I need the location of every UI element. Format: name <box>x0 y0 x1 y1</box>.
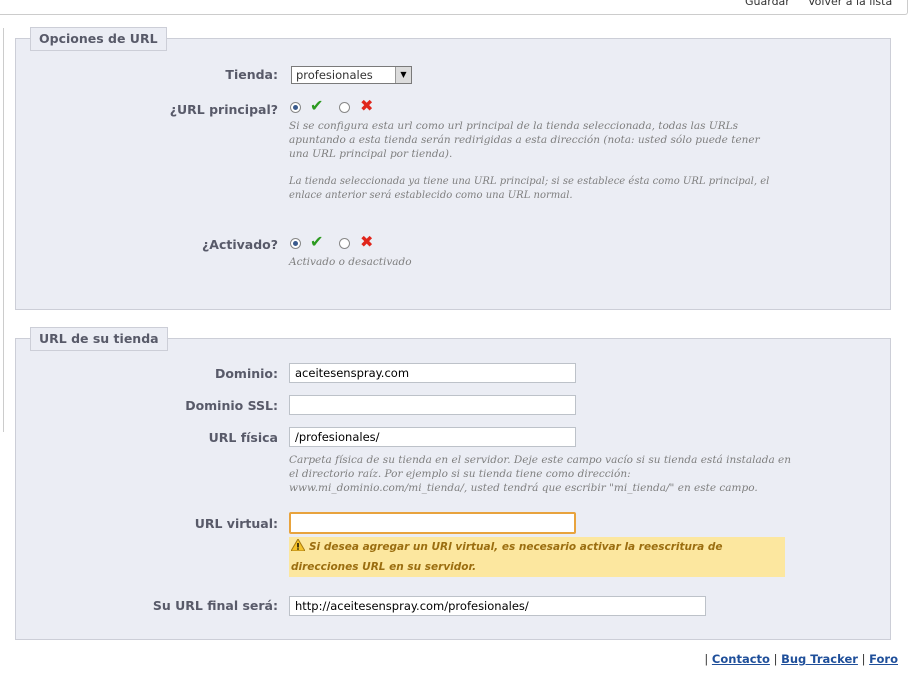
shop-url-panel: URL de su tienda Dominio: aceitesenspray… <box>15 327 891 640</box>
physical-url-help: Carpeta física de su tienda en el servid… <box>289 454 792 494</box>
save-button[interactable]: Guardar <box>745 0 790 8</box>
footer-links: | Contacto | Bug Tracker | Foro <box>704 652 898 666</box>
cross-icon: ✖ <box>360 96 374 115</box>
forum-link[interactable]: Foro <box>869 652 898 666</box>
domain-label: Dominio: <box>214 366 278 381</box>
physical-url-input[interactable]: /profesionales/ <box>289 427 576 447</box>
bug-tracker-link[interactable]: Bug Tracker <box>781 652 858 666</box>
main-url-help: Si se configura esta url como url princi… <box>289 120 760 160</box>
virtual-url-label: URL virtual: <box>194 516 278 531</box>
main-url-label: ¿URL principal? <box>169 102 278 117</box>
virtual-url-input[interactable] <box>289 512 576 534</box>
rewrite-warning: Si desea agregar un URl virtual, es nece… <box>289 537 785 577</box>
domain-input[interactable]: aceitesenspray.com <box>289 363 576 383</box>
check-icon: ✔ <box>310 232 324 251</box>
main-url-no-radio[interactable] <box>339 102 350 113</box>
final-url-label: Su URL final será: <box>152 598 278 613</box>
shop-label: Tienda: <box>225 67 278 82</box>
url-options-legend: Opciones de URL <box>30 27 167 51</box>
check-icon: ✔ <box>310 96 324 115</box>
shop-url-legend: URL de su tienda <box>30 327 168 351</box>
url-options-panel: Opciones de URL Tienda: profesionales ▼ … <box>15 27 891 310</box>
shop-select[interactable]: profesionales ▼ <box>291 66 412 84</box>
contact-link[interactable]: Contacto <box>712 652 770 666</box>
active-no-radio[interactable] <box>339 238 350 249</box>
warning-icon <box>290 538 306 552</box>
domain-ssl-label: Dominio SSL: <box>185 398 278 413</box>
footer-sep: | <box>861 652 866 666</box>
final-url-field: http://aceitesenspray.com/profesionales/ <box>289 596 706 616</box>
rewrite-warning-text: Si desea agregar un URl virtual, es nece… <box>291 541 723 573</box>
active-label: ¿Activado? <box>202 237 278 252</box>
active-help: Activado o desactivado <box>289 256 412 268</box>
active-yes-radio[interactable] <box>290 238 301 249</box>
physical-url-label: URL física <box>208 430 278 445</box>
left-divider <box>0 28 4 432</box>
domain-ssl-input[interactable] <box>289 395 576 415</box>
footer-sep: | <box>773 652 778 666</box>
shop-select-value: profesionales <box>296 68 373 82</box>
top-toolbar: Guardar Volver a la lista <box>0 0 908 15</box>
back-to-list-button[interactable]: Volver a la lista <box>808 0 892 8</box>
chevron-down-icon[interactable]: ▼ <box>395 67 411 83</box>
main-url-note: La tienda seleccionada ya tiene una URL … <box>289 176 770 201</box>
main-url-yes-radio[interactable] <box>290 102 301 113</box>
footer-sep: | <box>704 652 709 666</box>
cross-icon: ✖ <box>360 232 374 251</box>
